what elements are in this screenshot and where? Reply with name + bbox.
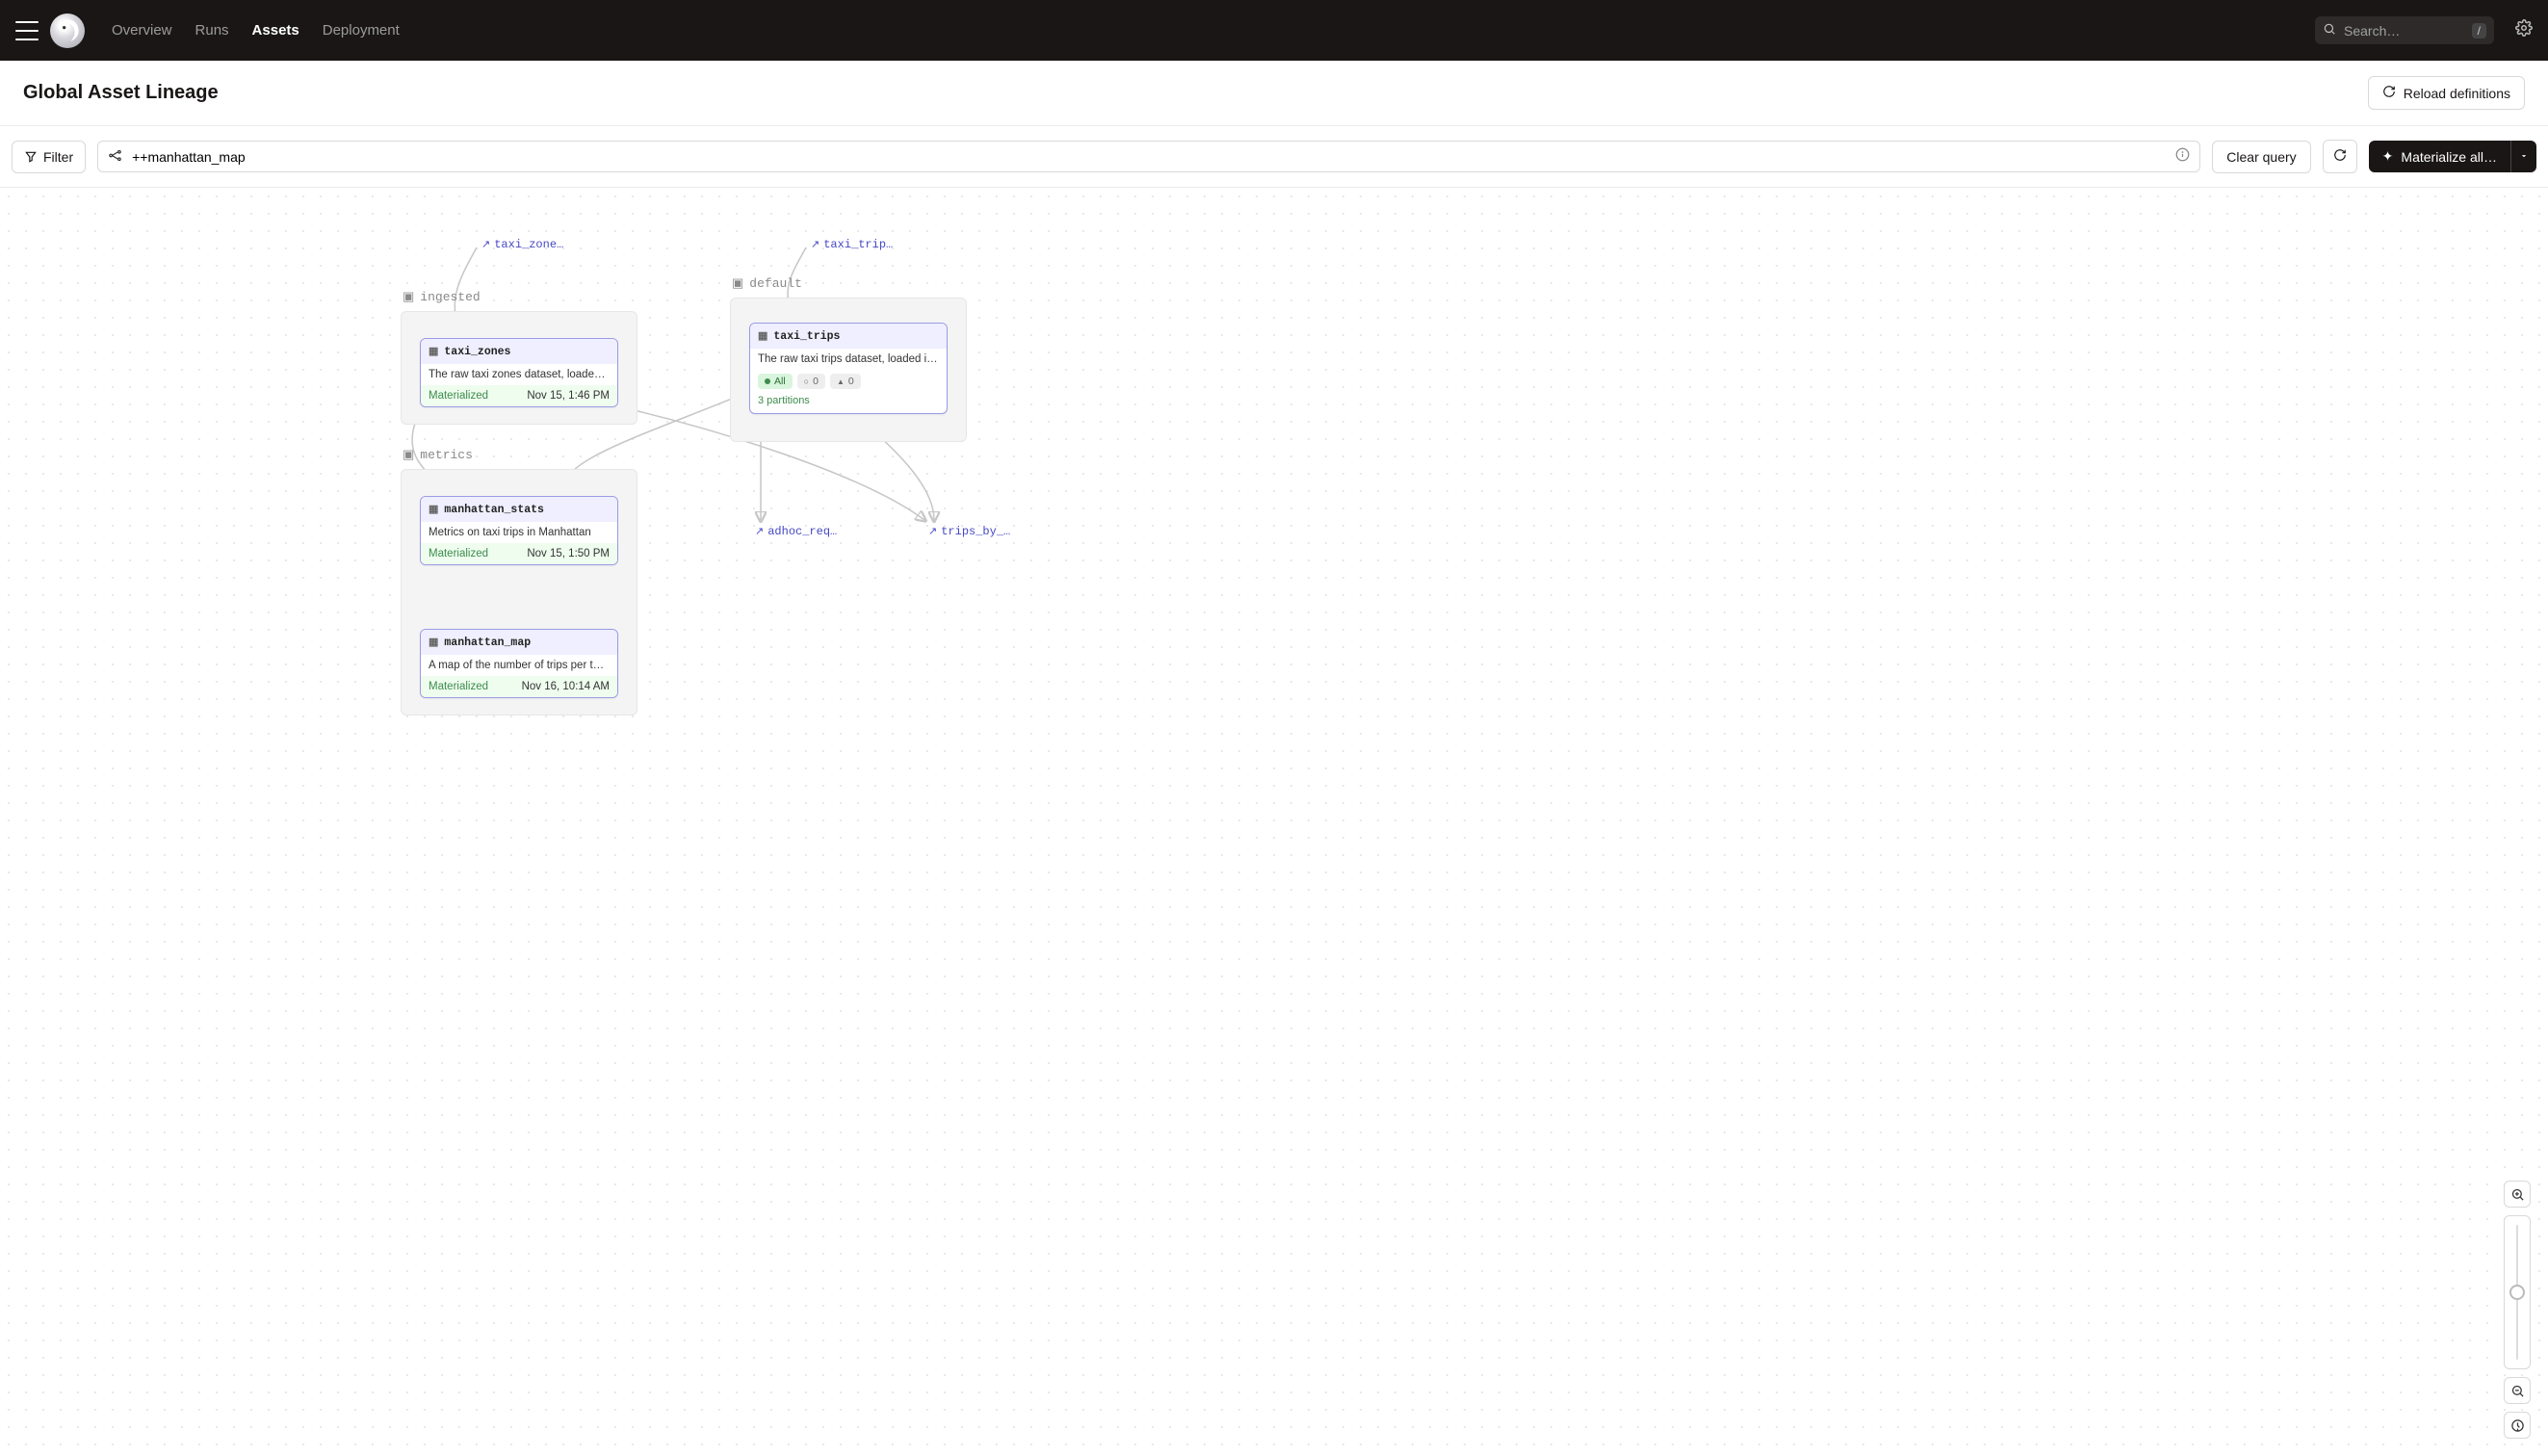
nav-runs[interactable]: Runs — [186, 14, 239, 46]
asset-status: Materialized — [429, 548, 488, 559]
search-shortcut: / — [2472, 23, 2486, 39]
filter-button[interactable]: Filter — [12, 141, 86, 173]
asset-desc: The raw taxi zones dataset, loaded int… — [421, 364, 617, 385]
nav-deployment[interactable]: Deployment — [313, 14, 409, 46]
menu-icon[interactable] — [15, 21, 39, 40]
nav-links: Overview Runs Assets Deployment — [102, 14, 409, 46]
asset-node-manhattan-map[interactable]: ▦manhattan_map A map of the number of tr… — [420, 629, 618, 698]
partition-count: 3 partitions — [750, 391, 947, 413]
table-icon: ▦ — [758, 329, 767, 343]
group-label-default: ▣ default — [732, 276, 802, 291]
extref-adhoc-req[interactable]: ↗ adhoc_req… — [755, 525, 837, 538]
settings-gear-icon[interactable] — [2515, 19, 2533, 41]
group-icon: ▣ — [732, 276, 743, 291]
external-link-icon: ↗ — [811, 238, 819, 251]
zoom-fit-button[interactable] — [2504, 1412, 2531, 1439]
group-icon: ▣ — [403, 290, 414, 304]
asset-desc: A map of the number of trips per taxi z… — [421, 655, 617, 676]
nav-overview[interactable]: Overview — [102, 14, 182, 46]
asset-timestamp: Nov 15, 1:50 PM — [527, 548, 610, 559]
info-icon[interactable] — [2175, 147, 2190, 166]
query-input[interactable] — [130, 148, 2168, 166]
extref-trips-by[interactable]: ↗ trips_by_… — [928, 525, 1010, 538]
chevron-down-icon — [2519, 151, 2529, 161]
reload-icon — [2382, 85, 2396, 101]
zoom-out-button[interactable] — [2504, 1377, 2531, 1404]
asset-node-taxi-trips[interactable]: ▦taxi_trips The raw taxi trips dataset, … — [749, 323, 948, 414]
table-icon: ▦ — [429, 345, 438, 358]
group-label-ingested: ▣ ingested — [403, 290, 481, 304]
external-link-icon: ↗ — [755, 525, 764, 538]
asset-timestamp: Nov 16, 10:14 AM — [522, 681, 610, 692]
nav-assets[interactable]: Assets — [243, 14, 309, 46]
toolbar: Filter Clear query ✦ Materialize all… — [0, 126, 2548, 188]
asset-node-taxi-zones[interactable]: ▦taxi_zones The raw taxi zones dataset, … — [420, 338, 618, 407]
zoom-slider[interactable] — [2504, 1215, 2531, 1369]
reload-definitions-button[interactable]: Reload definitions — [2368, 76, 2525, 110]
zoom-handle[interactable] — [2509, 1285, 2525, 1300]
chip-all: All — [758, 374, 793, 389]
edges-layer — [0, 188, 2548, 1456]
page-title: Global Asset Lineage — [23, 82, 2368, 104]
search-icon — [2323, 22, 2336, 39]
global-search[interactable]: Search… / — [2315, 16, 2494, 44]
table-icon: ▦ — [429, 503, 438, 516]
materialize-group: ✦ Materialize all… — [2369, 141, 2536, 172]
refresh-button[interactable] — [2323, 140, 2357, 173]
materialize-all-button[interactable]: ✦ Materialize all… — [2369, 141, 2510, 172]
asset-timestamp: Nov 15, 1:46 PM — [527, 390, 610, 402]
app-logo[interactable] — [50, 13, 85, 48]
page-header: Global Asset Lineage Reload definitions — [0, 61, 2548, 126]
external-link-icon: ↗ — [481, 238, 490, 251]
lineage-canvas[interactable]: ↗ taxi_zone… ↗ taxi_trip… ▣ ingested ▣ d… — [0, 188, 2548, 1456]
partition-chips: All 0 0 — [750, 370, 947, 391]
lineage-icon — [108, 148, 122, 166]
reload-label: Reload definitions — [2404, 86, 2510, 101]
zoom-in-button[interactable] — [2504, 1181, 2531, 1208]
filter-icon — [24, 150, 38, 164]
asset-status: Materialized — [429, 681, 488, 692]
chip-warn: 0 — [830, 374, 861, 389]
top-nav: Overview Runs Assets Deployment Search… … — [0, 0, 2548, 61]
materialize-dropdown-button[interactable] — [2510, 141, 2536, 172]
asset-node-manhattan-stats[interactable]: ▦manhattan_stats Metrics on taxi trips i… — [420, 496, 618, 565]
zoom-controls — [2504, 1181, 2531, 1439]
asset-desc: Metrics on taxi trips in Manhattan — [421, 522, 617, 543]
query-input-wrapper — [97, 141, 2200, 172]
group-icon: ▣ — [403, 448, 414, 462]
extref-taxi-trip[interactable]: ↗ taxi_trip… — [811, 238, 893, 251]
extref-taxi-zone[interactable]: ↗ taxi_zone… — [481, 238, 563, 251]
asset-desc: The raw taxi trips dataset, loaded into … — [750, 349, 947, 370]
sparkle-icon: ✦ — [2382, 148, 2394, 165]
refresh-icon — [2333, 148, 2347, 162]
external-link-icon: ↗ — [928, 525, 937, 538]
search-placeholder: Search… — [2344, 23, 2464, 39]
asset-status: Materialized — [429, 390, 488, 402]
table-icon: ▦ — [429, 636, 438, 649]
clear-query-button[interactable]: Clear query — [2212, 141, 2310, 173]
chip-pending: 0 — [797, 374, 825, 389]
group-label-metrics: ▣ metrics — [403, 448, 473, 462]
